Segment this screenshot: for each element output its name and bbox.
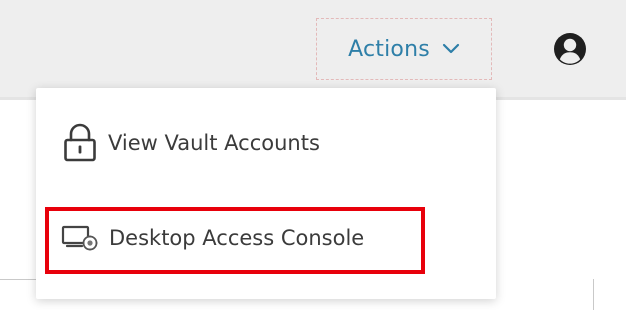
menu-item-desktop-access-console[interactable]: Desktop Access Console — [36, 205, 496, 270]
content-border-top — [0, 279, 40, 280]
chevron-down-icon — [442, 43, 460, 55]
top-header: Actions — [0, 0, 626, 97]
lock-icon — [62, 123, 98, 163]
user-account-icon[interactable] — [553, 32, 587, 66]
menu-item-label: Desktop Access Console — [109, 225, 365, 250]
menu-item-label: View Vault Accounts — [108, 131, 320, 155]
menu-item-view-vault-accounts[interactable]: View Vault Accounts — [36, 108, 496, 178]
desktop-console-icon — [61, 224, 99, 252]
actions-dropdown-menu: View Vault Accounts Desktop Access Conso… — [36, 88, 496, 299]
content-border-right — [593, 279, 594, 310]
actions-label: Actions — [348, 36, 430, 62]
actions-dropdown-button[interactable]: Actions — [316, 18, 492, 80]
